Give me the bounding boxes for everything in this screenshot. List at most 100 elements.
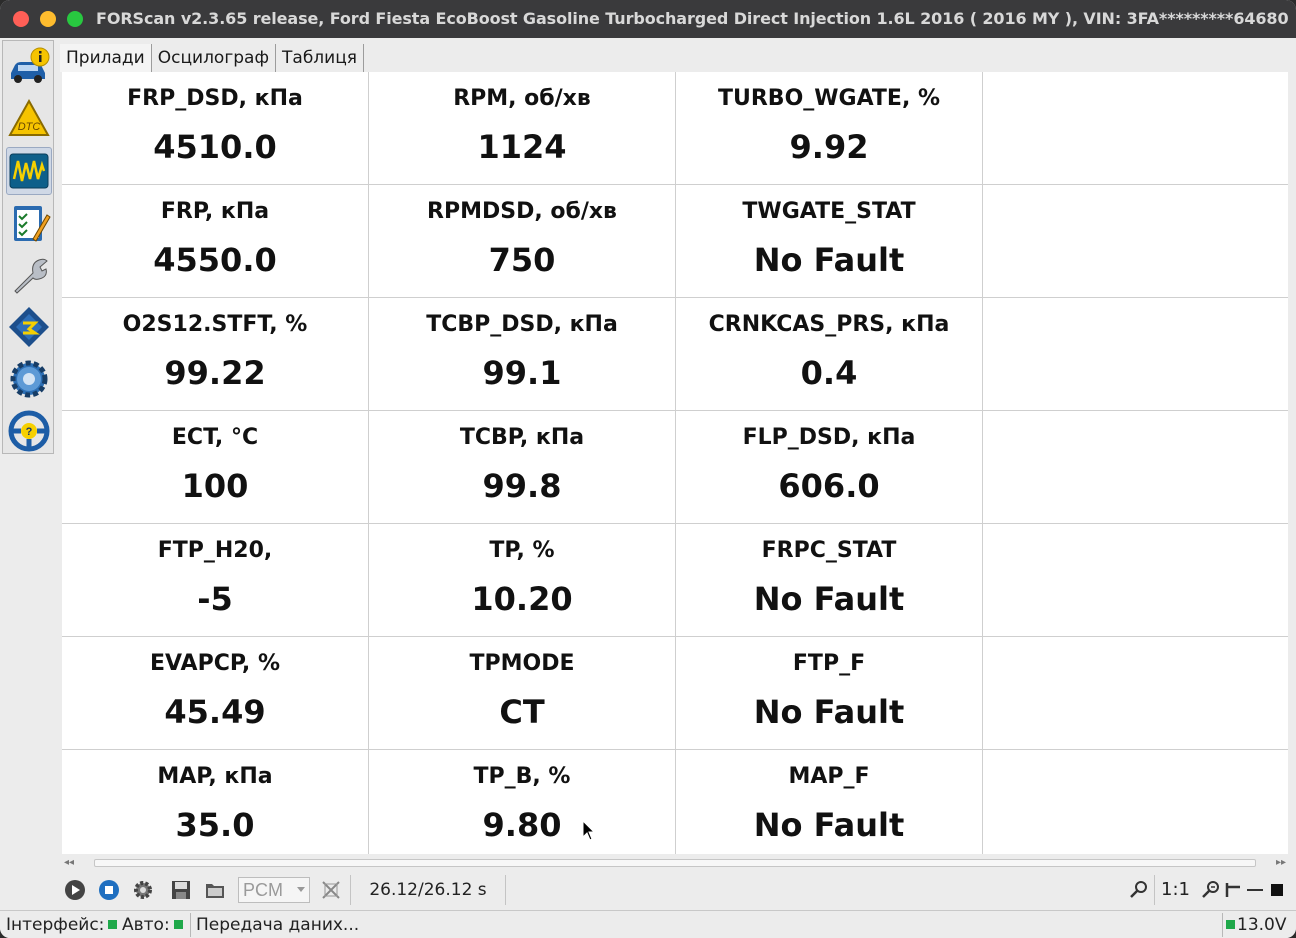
app-window: FORScan v2.3.65 release, Ford Fiesta Eco… xyxy=(0,0,1296,938)
gauge-cell-empty[interactable] xyxy=(983,637,1288,749)
gauge-cell[interactable]: FLP_DSD, кПа 606.0 xyxy=(676,411,982,523)
gauge-cell[interactable]: TP, % 10.20 xyxy=(369,524,675,636)
zoom-reset-button[interactable]: 1:1 xyxy=(1154,875,1196,905)
voltage-led-icon xyxy=(1226,919,1235,929)
gauge-cell[interactable]: EVAPCP, % 45.49 xyxy=(62,637,368,749)
wrench-icon xyxy=(14,258,48,294)
window-minimize-button[interactable] xyxy=(40,11,56,27)
scroll-left-icon[interactable]: ◂◂ xyxy=(64,856,74,870)
module-select[interactable]: PCM xyxy=(238,877,310,903)
gauge-cell[interactable]: RPM, об/хв 1124 xyxy=(369,72,675,184)
tab-gauges[interactable]: Прилади xyxy=(60,44,152,72)
stop-button[interactable] xyxy=(96,877,122,903)
settings-button[interactable] xyxy=(6,355,52,403)
gauge-value: 750 xyxy=(488,241,556,279)
gauge-cell[interactable]: O2S12.STFT, % 99.22 xyxy=(62,298,368,410)
record-settings-button[interactable] xyxy=(130,877,156,903)
square-icon xyxy=(1271,884,1283,896)
gauge-value: 99.22 xyxy=(164,354,266,392)
help-steering-icon: ? xyxy=(8,410,50,452)
scroll-right-icon[interactable]: ▸▸ xyxy=(1276,856,1286,870)
gauge-cell[interactable]: TCBP_DSD, кПа 99.1 xyxy=(369,298,675,410)
dtc-button[interactable]: DTC xyxy=(6,95,52,143)
gauge-cell-empty[interactable] xyxy=(983,298,1288,410)
zoom-in-button[interactable] xyxy=(1126,877,1152,903)
auto-led-icon xyxy=(173,919,183,929)
tab-oscilloscope[interactable]: Осцилограф xyxy=(152,44,277,72)
gauge-cell[interactable]: FRP, кПа 4550.0 xyxy=(62,185,368,297)
gauge-label: FTP_H20, xyxy=(157,538,273,563)
gauge-label: FRPC_STAT xyxy=(761,538,897,563)
gauge-value: 99.8 xyxy=(482,467,562,505)
gauge-cell[interactable]: TCBP, кПа 99.8 xyxy=(369,411,675,523)
vehicle-info-button[interactable] xyxy=(6,43,52,91)
gauge-cell[interactable]: TURBO_WGATE, % 9.92 xyxy=(676,72,982,184)
gauge-cell[interactable]: FTP_F No Fault xyxy=(676,637,982,749)
help-button[interactable]: ? xyxy=(6,407,52,455)
gauge-label: TURBO_WGATE, % xyxy=(717,86,941,111)
gauge-cell[interactable]: RPMDSD, об/хв 750 xyxy=(369,185,675,297)
scroll-track[interactable] xyxy=(94,859,1256,867)
gauge-value: 9.92 xyxy=(789,128,869,166)
svg-text:?: ? xyxy=(26,426,33,438)
service-button[interactable] xyxy=(6,251,52,299)
status-bar: Інтерфейс: Авто: Передача даних... 13.0V xyxy=(0,910,1296,938)
gauge-label: TP, % xyxy=(489,538,555,563)
horizontal-line-icon xyxy=(1247,889,1263,891)
gauge-cell[interactable]: FTP_H20, -5 xyxy=(62,524,368,636)
open-folder-icon xyxy=(206,884,224,898)
gauge-cell[interactable]: CRNKCAS_PRS, кПа 0.4 xyxy=(676,298,982,410)
gauge-label: ECT, °C xyxy=(171,425,259,450)
tests-button[interactable] xyxy=(6,199,52,247)
cursor-line-icon xyxy=(1225,883,1240,897)
configuration-button[interactable] xyxy=(6,303,52,351)
horizontal-scrollbar[interactable]: ◂◂ ▸▸ xyxy=(62,856,1288,870)
play-button[interactable] xyxy=(62,877,88,903)
gauge-value: 35.0 xyxy=(175,806,255,844)
gauge-cell[interactable]: ECT, °C 100 xyxy=(62,411,368,523)
gauge-cell-empty[interactable] xyxy=(983,524,1288,636)
gauge-value: 606.0 xyxy=(778,467,880,505)
gauge-value: 9.80 xyxy=(482,806,562,844)
window-close-button[interactable] xyxy=(13,11,29,27)
stop-icon xyxy=(99,880,119,900)
gauge-label: FTP_F xyxy=(792,651,866,676)
zoom-in-icon xyxy=(1130,881,1147,898)
gauge-label: TWGATE_STAT xyxy=(742,199,916,224)
gauge-cell[interactable]: FRPC_STAT No Fault xyxy=(676,524,982,636)
gauge-cell[interactable]: MAP_F No Fault xyxy=(676,750,982,854)
gauge-cell[interactable]: TPMODE CT xyxy=(369,637,675,749)
gauge-cell-empty[interactable] xyxy=(983,411,1288,523)
gauge-cell-empty[interactable] xyxy=(983,72,1288,184)
gauge-value: 0.4 xyxy=(800,354,858,392)
auto-status: Авто: xyxy=(122,914,187,936)
gauge-cell[interactable]: MAP, кПа 35.0 xyxy=(62,750,368,854)
gauge-label: EVAPCP, % xyxy=(149,651,280,676)
fill-mode-button[interactable] xyxy=(1264,877,1290,903)
gauge-cell-empty[interactable] xyxy=(983,750,1288,854)
gauge-cell[interactable]: FRP_DSD, кПа 4510.0 xyxy=(62,72,368,184)
gauge-label: FRP_DSD, кПа xyxy=(127,86,303,111)
recording-toolbar: PCM 26.12/26.12 s 1:1 xyxy=(62,872,1288,908)
oscilloscope-button[interactable] xyxy=(6,147,52,195)
gauge-label: O2S12.STFT, % xyxy=(122,312,308,337)
car-info-icon xyxy=(11,47,50,83)
main-toolbar: DTC ? xyxy=(2,40,54,454)
status-separator xyxy=(1222,913,1223,937)
gauge-label: TCBP, кПа xyxy=(459,425,585,450)
gauge-label: RPMDSD, об/хв xyxy=(427,199,617,224)
gauge-cell[interactable]: TWGATE_STAT No Fault xyxy=(676,185,982,297)
window-zoom-button[interactable] xyxy=(67,11,83,27)
gear-icon xyxy=(134,881,152,899)
gauge-cell-empty[interactable] xyxy=(983,185,1288,297)
gauge-value: 99.1 xyxy=(482,354,562,392)
chevron-down-icon xyxy=(297,887,305,892)
save-button[interactable] xyxy=(168,877,194,903)
svg-text:DTC: DTC xyxy=(18,121,41,133)
clear-button[interactable] xyxy=(318,877,344,903)
gauge-cell[interactable]: TP_B, % 9.80 xyxy=(369,750,675,854)
tab-table[interactable]: Таблиця xyxy=(276,44,365,72)
module-select-value: PCM xyxy=(243,880,283,900)
gauge-label: FRP, кПа xyxy=(160,199,270,224)
open-button[interactable] xyxy=(202,877,228,903)
